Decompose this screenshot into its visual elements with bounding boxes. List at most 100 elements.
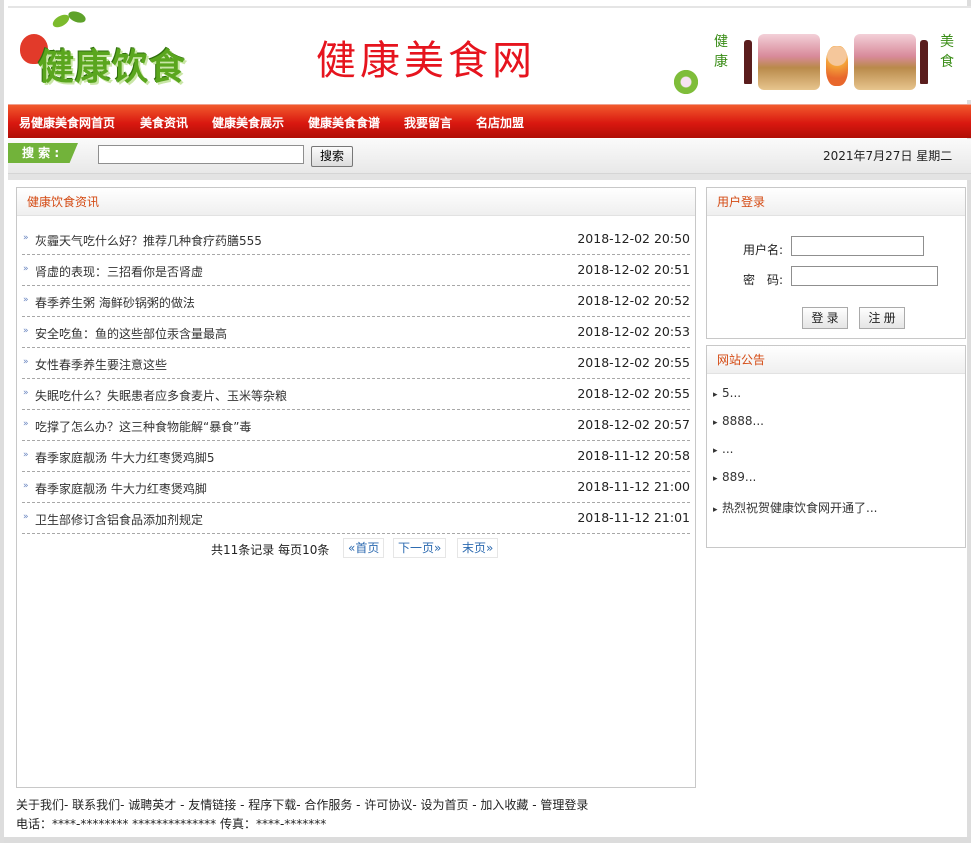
search-input[interactable] <box>98 145 304 164</box>
flower-icon <box>672 68 700 96</box>
arrow-icon: ▸ <box>713 390 718 400</box>
list-item: 春季养生粥 海鲜砂锅粥的做法 2018-12-02 20:52 <box>22 286 690 317</box>
doll-icon <box>826 46 848 86</box>
list-item: 春季家庭靓汤 牛大力红枣煲鸡脚 2018-11-12 21:00 <box>22 472 690 503</box>
news-title-link[interactable]: 女性春季养生要注意这些 <box>35 356 167 373</box>
nav-item-news[interactable]: 美食资讯 <box>140 105 188 139</box>
news-title-link[interactable]: 春季家庭靓汤 牛大力红枣煲鸡脚5 <box>35 449 214 466</box>
nav-item-recipes[interactable]: 健康美食食谱 <box>308 105 380 139</box>
food-basket-icon <box>758 34 820 90</box>
password-field[interactable] <box>791 266 938 286</box>
arrow-icon: ▸ <box>713 474 718 484</box>
list-item: 失眠吃什么？失眠患者应多食麦片、玉米等杂粮 2018-12-02 20:55 <box>22 379 690 410</box>
notice-panel-title: 网站公告 <box>707 346 965 374</box>
bullet-icon <box>23 297 31 305</box>
arrow-icon: ▸ <box>713 446 718 456</box>
bottom-divider <box>4 837 971 843</box>
news-title-link[interactable]: 吃撑了怎么办？这三种食物能解“暴食”毒 <box>35 418 251 435</box>
bullet-icon <box>23 452 31 460</box>
list-item: 春季家庭靓汤 牛大力红枣煲鸡脚5 2018-11-12 20:58 <box>22 441 690 472</box>
site-header: 健康饮食 健康美食网 健康 美食 <box>8 6 971 100</box>
news-title-link[interactable]: 肾虚的表现：三招看你是否肾虚 <box>35 263 203 280</box>
news-title-link[interactable]: 灰霾天气吃什么好？推荐几种食疗药膳555 <box>35 232 262 249</box>
nav-item-guestbook[interactable]: 我要留言 <box>404 105 452 139</box>
notice-item[interactable]: ▸ 5... <box>713 386 741 400</box>
bullet-icon <box>23 390 31 398</box>
list-item: 灰霾天气吃什么好？推荐几种食疗药膳555 2018-12-02 20:50 <box>22 224 690 255</box>
news-date: 2018-12-02 20:52 <box>577 293 690 308</box>
bullet-icon <box>23 266 31 274</box>
arrow-icon: ▸ <box>713 418 718 428</box>
news-date: 2018-12-02 20:55 <box>577 355 690 370</box>
divider <box>8 174 971 180</box>
news-date: 2018-12-02 20:57 <box>577 417 690 432</box>
arrow-icon: ▸ <box>713 505 718 515</box>
first-page-link[interactable]: «首页 <box>343 538 385 558</box>
nav-item-franchise[interactable]: 名店加盟 <box>476 105 524 139</box>
notice-text: 热烈祝贺健康饮食网开通了... <box>722 501 878 515</box>
news-title-link[interactable]: 春季家庭靓汤 牛大力红枣煲鸡脚 <box>35 480 207 497</box>
list-item: 卫生部修订含铝食品添加剂规定 2018-11-12 21:01 <box>22 503 690 534</box>
logo[interactable]: 健康饮食 <box>16 9 216 90</box>
notice-item[interactable]: ▸ 8888... <box>713 414 764 428</box>
news-title-link[interactable]: 卫生部修订含铝食品添加剂规定 <box>35 511 203 528</box>
bullet-icon <box>23 359 31 367</box>
news-date: 2018-12-02 20:51 <box>577 262 690 277</box>
username-label: 用户名: <box>743 243 784 257</box>
news-panel: 健康饮食资讯 灰霾天气吃什么好？推荐几种食疗药膳555 2018-12-02 20… <box>16 187 696 788</box>
news-title-link[interactable]: 失眠吃什么？失眠患者应多食麦片、玉米等杂粮 <box>35 387 287 404</box>
news-date: 2018-12-02 20:50 <box>577 231 690 246</box>
leaf-icon <box>66 9 88 25</box>
news-date: 2018-11-12 21:00 <box>577 479 690 494</box>
news-list: 灰霾天气吃什么好？推荐几种食疗药膳555 2018-12-02 20:50 肾虚的… <box>22 224 690 534</box>
register-button[interactable]: 注 册 <box>859 307 905 329</box>
notice-panel: 网站公告 ▸ 5... ▸ 8888... ▸... ▸ 889... ▸ 热烈祝贺健康… <box>706 345 966 548</box>
notice-item[interactable]: ▸ 热烈祝贺健康饮食网开通了... <box>713 499 877 516</box>
site-title: 健康美食网 <box>316 38 536 84</box>
bullet-icon <box>23 421 31 429</box>
list-item: 吃撑了怎么办？这三种食物能解“暴食”毒 2018-12-02 20:57 <box>22 410 690 441</box>
main-nav: 易健康美食网首页 美食资讯 健康美食展示 健康美食食谱 我要留言 名店加盟 <box>8 104 971 138</box>
wine-bottle-icon <box>744 40 752 84</box>
list-item: 安全吃鱼：鱼的这些部位汞含量最高 2018-12-02 20:53 <box>22 317 690 348</box>
news-title-link[interactable]: 安全吃鱼：鱼的这些部位汞含量最高 <box>35 325 227 342</box>
search-label: 搜 索 : <box>8 143 78 163</box>
bullet-icon <box>23 328 31 336</box>
username-field[interactable] <box>791 236 924 256</box>
page: 健康饮食 健康美食网 健康 美食 易健康美食网首页 美食资讯 健康美食展示 健康… <box>0 0 971 843</box>
banner-text-left: 健康 <box>714 34 728 70</box>
bullet-icon <box>23 483 31 491</box>
footer-links[interactable]: 关于我们- 联系我们- 诚聘英才 - 友情链接 - 程序下载- 合作服务 - 许… <box>16 796 588 813</box>
nav-item-home[interactable]: 易健康美食网首页 <box>19 105 115 139</box>
current-date: 2021年7月27日 星期二 <box>823 149 953 163</box>
search-button[interactable]: 搜索 <box>311 146 353 167</box>
news-panel-title: 健康饮食资讯 <box>17 188 695 216</box>
bullet-icon <box>23 514 31 522</box>
notice-item[interactable]: ▸ 889... <box>713 470 756 484</box>
header-banner-image: 健康 美食 <box>668 28 968 96</box>
notice-text: ... <box>722 442 734 456</box>
nav-item-showcase[interactable]: 健康美食展示 <box>212 105 284 139</box>
food-basket-icon <box>854 34 916 90</box>
logo-text: 健康饮食 <box>38 47 187 88</box>
news-title-link[interactable]: 春季养生粥 海鲜砂锅粥的做法 <box>35 294 195 311</box>
login-panel-title: 用户登录 <box>707 188 965 216</box>
login-button[interactable]: 登 录 <box>802 307 848 329</box>
wine-bottle-icon <box>920 40 928 84</box>
notice-text: 889... <box>722 470 757 484</box>
bullet-icon <box>23 235 31 243</box>
password-label: 密 码: <box>743 273 784 287</box>
news-date: 2018-11-12 20:58 <box>577 448 690 463</box>
notice-text: 5... <box>722 386 742 400</box>
last-page-link[interactable]: 末页» <box>457 538 499 558</box>
next-page-link[interactable]: 下一页» <box>393 538 447 558</box>
notice-text: 8888... <box>722 414 764 428</box>
notice-item[interactable]: ▸... <box>713 442 733 456</box>
login-panel: 用户登录 用户名: 密 码: 登 录 注 册 <box>706 187 966 339</box>
news-date: 2018-12-02 20:55 <box>577 386 690 401</box>
pagination-info: 共11条记录 每页10条 <box>211 543 330 557</box>
footer-contact: 电话：****-******** ************** 传真：****-… <box>16 817 327 831</box>
news-date: 2018-12-02 20:53 <box>577 324 690 339</box>
news-date: 2018-11-12 21:01 <box>577 510 690 525</box>
search-bar: 搜 索 : 搜索 2021年7月27日 星期二 <box>8 139 971 174</box>
